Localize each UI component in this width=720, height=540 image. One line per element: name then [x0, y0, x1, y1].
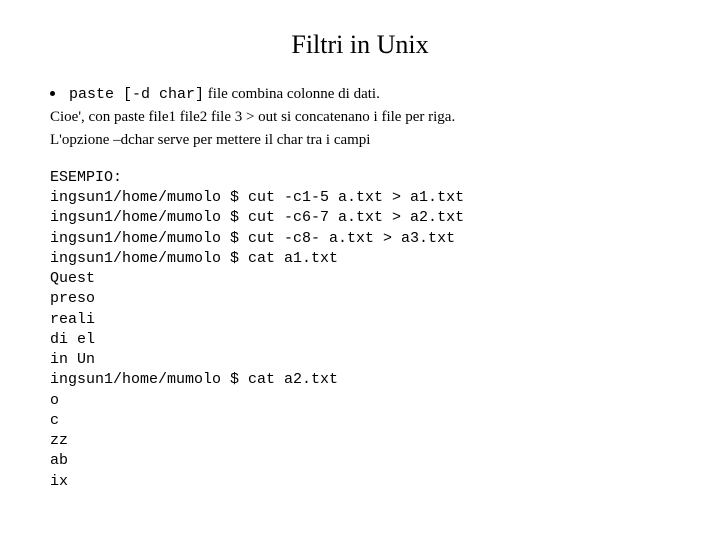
description-line-1: Cioe', con paste file1 file2 file 3 > ou…: [50, 107, 670, 127]
bullet-rest: file combina colonne di dati.: [204, 86, 380, 102]
document-page: Filtri in Unix paste [-d char] file comb…: [0, 0, 720, 512]
bullet-item: paste [-d char] file combina colonne di …: [50, 84, 670, 105]
example-block: ESEMPIO: ingsun1/home/mumolo $ cut -c1-5…: [50, 168, 670, 492]
page-title: Filtri in Unix: [50, 30, 670, 60]
description-block: paste [-d char] file combina colonne di …: [50, 84, 670, 150]
bullet-dot-icon: [50, 91, 55, 96]
bullet-text: paste [-d char] file combina colonne di …: [69, 84, 380, 105]
command-syntax: paste [-d char]: [69, 86, 204, 103]
description-line-2: L'opzione –dchar serve per mettere il ch…: [50, 130, 670, 150]
